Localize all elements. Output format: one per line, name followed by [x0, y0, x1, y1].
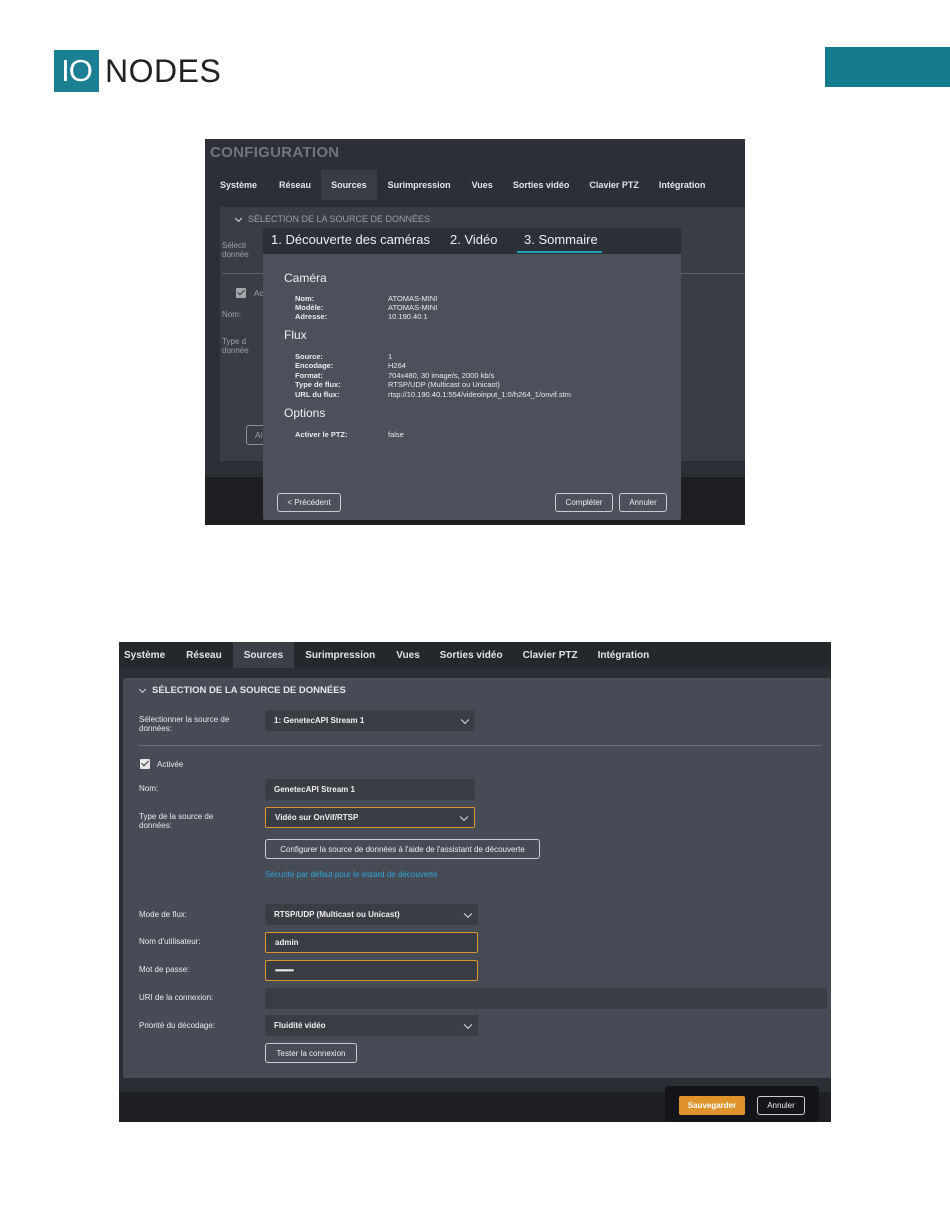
tab-sorties-video[interactable]: Sorties vidéo — [503, 170, 580, 200]
section-title: SÉLECTION DE LA SOURCE DE DONNÉES — [152, 685, 346, 696]
enabled-label: Activée — [157, 760, 184, 769]
camera-model-value: ATOMAS-MINI — [388, 303, 438, 312]
step-discovery[interactable]: 1. Découverte des caméras — [271, 232, 430, 247]
tab-integration[interactable]: Intégration — [649, 170, 716, 200]
config-tabs: Système Réseau Sources Surimpression Vue… — [205, 170, 745, 200]
discovery-wizard-modal: 1. Découverte des caméras 2. Vidéo 3. So… — [263, 228, 681, 520]
save-button[interactable]: Sauvegarder — [679, 1096, 745, 1115]
flux-encoding-label: Encodage: — [295, 361, 334, 370]
flux-type-label: Type de flux: — [295, 380, 341, 389]
source-type-select[interactable]: Vidéo sur OnVif/RTSP — [265, 807, 475, 828]
username-label: Nom d'utilisateur: — [139, 937, 201, 946]
ionodes-logo: IO NODES — [54, 50, 221, 92]
decode-priority-label: Priorité du décodage: — [139, 1021, 216, 1030]
flux-source-value: 1 — [388, 352, 393, 361]
bg-label: donnée — [222, 346, 249, 355]
stream-mode-select[interactable]: RTSP/UDP (Multicast ou Unicast) — [265, 904, 478, 925]
step-summary[interactable]: 3. Sommaire — [524, 232, 598, 247]
test-connection-button[interactable]: Tester la connexion — [265, 1043, 357, 1063]
camera-model-label: Modèle: — [295, 303, 324, 312]
section-title: SÉLECTION DE LA SOURCE DE DONNÉES — [248, 214, 431, 224]
uri-label: URI de la connexion: — [139, 993, 214, 1002]
uri-input[interactable] — [265, 988, 827, 1009]
tab-reseau[interactable]: Réseau — [269, 170, 321, 200]
logo-wordmark: NODES — [105, 52, 222, 89]
flux-url-label: URL du flux: — [295, 390, 340, 399]
flux-format-value: 704x480, 30 image/s, 2000 kb/s — [388, 371, 495, 380]
camera-heading: Caméra — [284, 271, 327, 285]
wizard-steps: 1. Découverte des caméras 2. Vidéo 3. So… — [263, 228, 681, 254]
header-accent-bar — [825, 47, 950, 87]
tab-systeme[interactable]: Système — [119, 642, 175, 668]
flux-url-value: rtsp://10.190.40.1:554/videoinput_1:0/h2… — [388, 390, 572, 399]
source-select[interactable]: 1: GenetecAPI Stream 1 — [265, 710, 475, 731]
tab-clavier-ptz[interactable]: Clavier PTZ — [513, 642, 588, 668]
flux-heading: Flux — [284, 328, 307, 342]
camera-name-label: Nom: — [295, 294, 315, 303]
chevron-down-icon — [459, 812, 469, 821]
complete-button[interactable]: Compléter — [555, 493, 613, 512]
options-heading: Options — [284, 406, 326, 420]
tab-vues[interactable]: Vues — [386, 642, 430, 668]
enabled-checkbox[interactable] — [140, 759, 150, 769]
tab-sorties-video[interactable]: Sorties vidéo — [430, 642, 513, 668]
discovery-security-link[interactable]: Sécurité par défaut pour le wizard de dé… — [265, 870, 438, 879]
flux-format-label: Format: — [295, 371, 323, 380]
ptz-label: Activer le PTZ: — [295, 430, 348, 439]
name-input[interactable]: GenetecAPI Stream 1 — [265, 779, 475, 800]
chevron-down-icon — [234, 214, 243, 223]
tab-surimpression[interactable]: Surimpression — [294, 642, 386, 668]
cancel-button[interactable]: Annuler — [619, 493, 667, 512]
logo-mark: IO — [54, 50, 99, 92]
wizard-summary-screenshot: CONFIGURATION Système Réseau Sources Sur… — [205, 139, 745, 525]
username-input[interactable]: admin — [265, 932, 478, 953]
bg-label: Nom: — [222, 310, 242, 319]
tab-vues[interactable]: Vues — [462, 170, 503, 200]
password-label: Mot de passe: — [139, 965, 190, 974]
camera-address-value: 10.190.40.1 — [388, 312, 428, 321]
decode-priority-select[interactable]: Fluidité vidéo — [265, 1015, 478, 1036]
previous-button[interactable]: < Précédent — [277, 493, 341, 512]
chevron-down-icon — [463, 909, 473, 918]
discovery-wizard-button[interactable]: Configurer la source de données à l'aide… — [265, 839, 540, 859]
sources-form-screenshot: Système Réseau Sources Surimpression Vue… — [119, 642, 831, 1122]
tab-systeme[interactable]: Système — [205, 170, 269, 200]
password-input[interactable]: •••••••••• — [265, 960, 478, 981]
tab-reseau[interactable]: Réseau — [175, 642, 233, 668]
chevron-down-icon — [460, 715, 470, 724]
camera-name-value: ATOMAS-MINI — [388, 294, 438, 303]
config-tabs: Système Réseau Sources Surimpression Vue… — [119, 642, 831, 668]
camera-address-label: Adresse: — [295, 312, 328, 321]
cancel-button[interactable]: Annuler — [757, 1096, 805, 1115]
bg-label: Type d — [222, 337, 247, 346]
select-source-label: Sélectionner la source de données: — [139, 715, 230, 733]
step-video[interactable]: 2. Vidéo — [450, 232, 497, 247]
stream-mode-label: Mode de flux: — [139, 910, 188, 919]
save-toolbar: Sauvegarder Annuler — [665, 1086, 819, 1122]
flux-source-label: Source: — [295, 352, 323, 361]
chevron-down-icon — [463, 1020, 473, 1029]
flux-encoding-value: H264 — [388, 361, 406, 370]
tab-integration[interactable]: Intégration — [588, 642, 660, 668]
source-selection-panel: SÉLECTION DE LA SOURCE DE DONNÉES Sélect… — [123, 678, 831, 1078]
tab-sources[interactable]: Sources — [232, 642, 295, 668]
active-step-indicator — [517, 251, 602, 253]
tab-surimpression[interactable]: Surimpression — [377, 170, 462, 200]
ptz-value: false — [388, 430, 404, 439]
chevron-down-icon[interactable] — [138, 685, 147, 694]
name-label: Nom: — [139, 784, 159, 793]
tab-sources[interactable]: Sources — [321, 170, 377, 200]
flux-type-value: RTSP/UDP (Multicast ou Unicast) — [388, 380, 500, 389]
bg-label: donnée — [222, 250, 249, 259]
enabled-checkbox[interactable] — [236, 288, 246, 298]
source-type-label: Type de la source de données: — [139, 812, 214, 830]
bg-label: Ac — [254, 289, 264, 298]
tab-clavier-ptz[interactable]: Clavier PTZ — [579, 170, 649, 200]
page-title: CONFIGURATION — [210, 144, 340, 161]
bg-label: Sélecti — [222, 241, 247, 250]
